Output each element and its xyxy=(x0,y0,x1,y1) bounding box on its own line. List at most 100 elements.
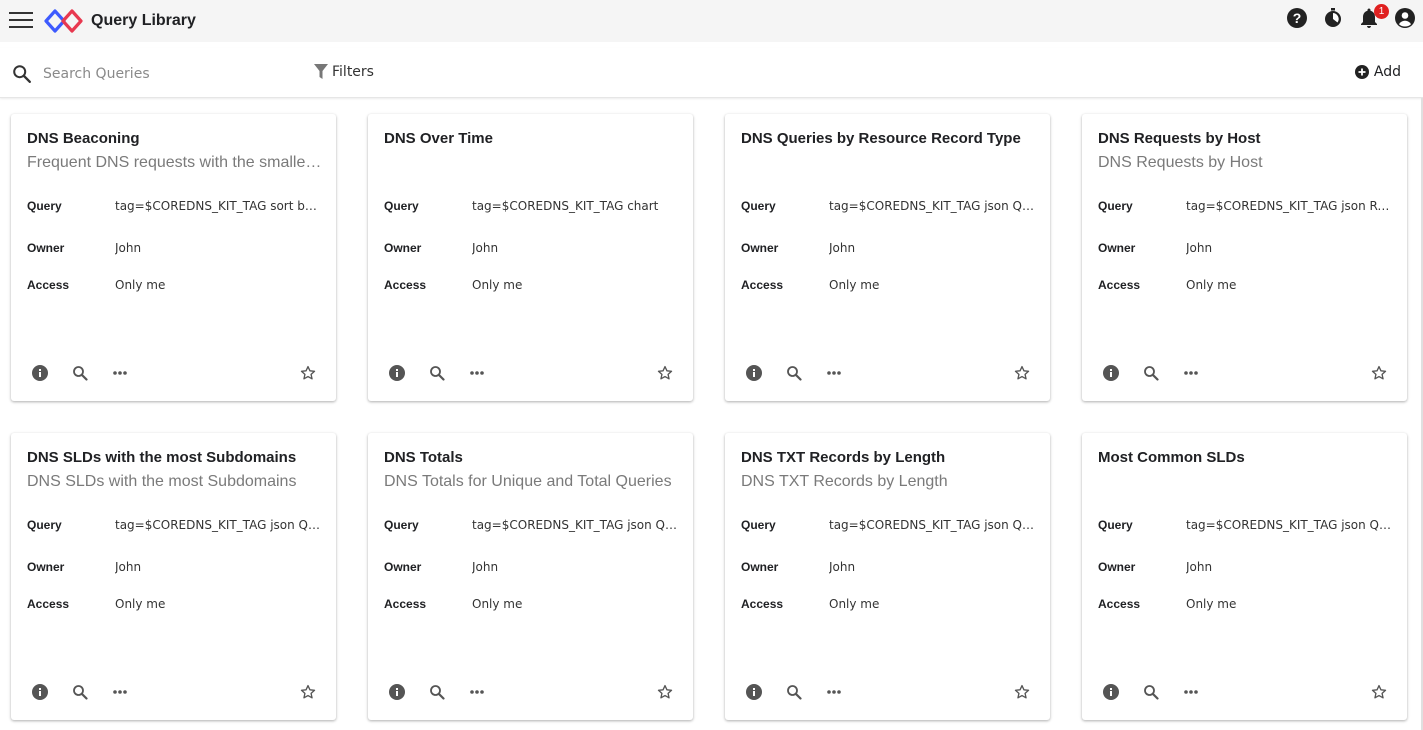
owner-label: Owner xyxy=(741,560,779,574)
access-value: Only me xyxy=(115,597,166,611)
search-input[interactable] xyxy=(43,64,293,84)
run-search-icon[interactable] xyxy=(1141,682,1161,702)
add-circle-icon xyxy=(1354,65,1369,79)
query-card[interactable]: DNS SLDs with the most Subdomains DNS SL… xyxy=(11,433,336,720)
more-options-icon[interactable] xyxy=(467,682,487,702)
card-actions xyxy=(1098,682,1393,702)
favorite-star-icon[interactable] xyxy=(298,682,318,702)
favorite-star-icon[interactable] xyxy=(655,682,675,702)
notification-badge: 1 xyxy=(1374,4,1389,19)
query-label: Query xyxy=(384,199,419,213)
query-label: Query xyxy=(1098,199,1133,213)
more-options-icon[interactable] xyxy=(467,363,487,383)
query-label: Query xyxy=(741,199,776,213)
run-search-icon[interactable] xyxy=(784,682,804,702)
query-card[interactable]: DNS TXT Records by Length DNS TXT Record… xyxy=(725,433,1050,720)
info-icon[interactable] xyxy=(744,682,764,702)
run-search-icon[interactable] xyxy=(427,682,447,702)
favorite-star-icon[interactable] xyxy=(655,363,675,383)
query-label: Query xyxy=(1098,518,1133,532)
favorite-star-icon[interactable] xyxy=(1012,682,1032,702)
search-toolbar: Filters Add xyxy=(0,48,1423,98)
info-icon[interactable] xyxy=(744,363,764,383)
info-icon[interactable] xyxy=(30,682,50,702)
access-label: Access xyxy=(27,278,70,292)
card-actions xyxy=(27,682,322,702)
info-icon[interactable] xyxy=(1101,363,1121,383)
access-value: Only me xyxy=(115,278,166,292)
info-icon[interactable] xyxy=(1101,682,1121,702)
info-icon[interactable] xyxy=(387,363,407,383)
query-value: tag=$COREDNS_KIT_TAG json Question.Hdr.N… xyxy=(1186,518,1392,532)
query-card[interactable]: DNS Over Time Query tag=$COREDNS_KIT_TAG… xyxy=(368,114,693,401)
favorite-star-icon[interactable] xyxy=(298,363,318,383)
query-value: tag=$COREDNS_KIT_TAG chart xyxy=(472,199,659,213)
query-card[interactable]: DNS Queries by Resource Record Type Quer… xyxy=(725,114,1050,401)
card-subtitle: DNS Totals for Unique and Total Queries xyxy=(384,473,672,490)
query-card[interactable]: Most Common SLDs Query tag=$COREDNS_KIT_… xyxy=(1082,433,1407,720)
query-label: Query xyxy=(27,199,62,213)
card-title: DNS Totals xyxy=(384,449,463,466)
access-value: Only me xyxy=(1186,597,1237,611)
favorite-star-icon[interactable] xyxy=(1369,363,1389,383)
run-search-icon[interactable] xyxy=(784,363,804,383)
query-label: Query xyxy=(27,518,62,532)
access-label: Access xyxy=(384,597,427,611)
run-search-icon[interactable] xyxy=(427,363,447,383)
add-button[interactable]: Add xyxy=(1354,64,1401,80)
more-options-icon[interactable] xyxy=(824,682,844,702)
access-value: Only me xyxy=(1186,278,1237,292)
query-value: tag=$COREDNS_KIT_TAG json Question.Hdr.N… xyxy=(472,518,678,532)
run-search-icon[interactable] xyxy=(1141,363,1161,383)
search-icon xyxy=(11,63,33,90)
query-value: tag=$COREDNS_KIT_TAG json Remote xyxy=(1186,199,1392,213)
access-label: Access xyxy=(384,278,427,292)
timer-icon[interactable] xyxy=(1321,6,1345,30)
card-title: DNS TXT Records by Length xyxy=(741,449,946,466)
favorite-star-icon[interactable] xyxy=(1369,682,1389,702)
more-options-icon[interactable] xyxy=(1181,682,1201,702)
notifications-icon[interactable]: 1 xyxy=(1357,4,1389,30)
card-actions xyxy=(1098,363,1393,383)
owner-label: Owner xyxy=(1098,241,1136,255)
access-label: Access xyxy=(741,597,784,611)
owner-label: Owner xyxy=(27,560,65,574)
card-actions xyxy=(27,363,322,383)
more-options-icon[interactable] xyxy=(110,363,130,383)
owner-label: Owner xyxy=(741,241,779,255)
access-value: Only me xyxy=(472,278,523,292)
card-actions xyxy=(741,682,1036,702)
owner-value: John xyxy=(829,560,856,574)
info-icon[interactable] xyxy=(387,682,407,702)
menu-icon[interactable] xyxy=(9,12,33,30)
app-bar: Query Library ? 1 xyxy=(0,0,1423,42)
add-label: Add xyxy=(1373,64,1401,80)
card-title: Most Common SLDs xyxy=(1098,449,1245,466)
owner-value: John xyxy=(1186,560,1213,574)
owner-value: John xyxy=(115,560,142,574)
access-label: Access xyxy=(1098,597,1141,611)
filters-button[interactable]: Filters xyxy=(314,64,374,80)
more-options-icon[interactable] xyxy=(110,682,130,702)
run-search-icon[interactable] xyxy=(70,682,90,702)
more-options-icon[interactable] xyxy=(1181,363,1201,383)
query-value: tag=$COREDNS_KIT_TAG sort by time xyxy=(115,199,321,213)
run-search-icon[interactable] xyxy=(70,363,90,383)
more-options-icon[interactable] xyxy=(824,363,844,383)
query-grid: DNS Beaconing Frequent DNS requests with… xyxy=(11,114,1407,720)
card-actions xyxy=(741,363,1036,383)
query-value: tag=$COREDNS_KIT_TAG json Question.Type xyxy=(829,199,1035,213)
query-card[interactable]: DNS Requests by Host DNS Requests by Hos… xyxy=(1082,114,1407,401)
app-title: Query Library xyxy=(91,12,196,29)
card-subtitle: DNS Requests by Host xyxy=(1098,154,1263,171)
favorite-star-icon[interactable] xyxy=(1012,363,1032,383)
account-icon[interactable] xyxy=(1393,6,1417,30)
help-icon[interactable]: ? xyxy=(1285,6,1309,30)
filters-label: Filters xyxy=(332,64,374,80)
query-card[interactable]: DNS Beaconing Frequent DNS requests with… xyxy=(11,114,336,401)
info-icon[interactable] xyxy=(30,363,50,383)
owner-value: John xyxy=(829,241,856,255)
owner-label: Owner xyxy=(27,241,65,255)
query-card[interactable]: DNS Totals DNS Totals for Unique and Tot… xyxy=(368,433,693,720)
owner-value: John xyxy=(1186,241,1213,255)
